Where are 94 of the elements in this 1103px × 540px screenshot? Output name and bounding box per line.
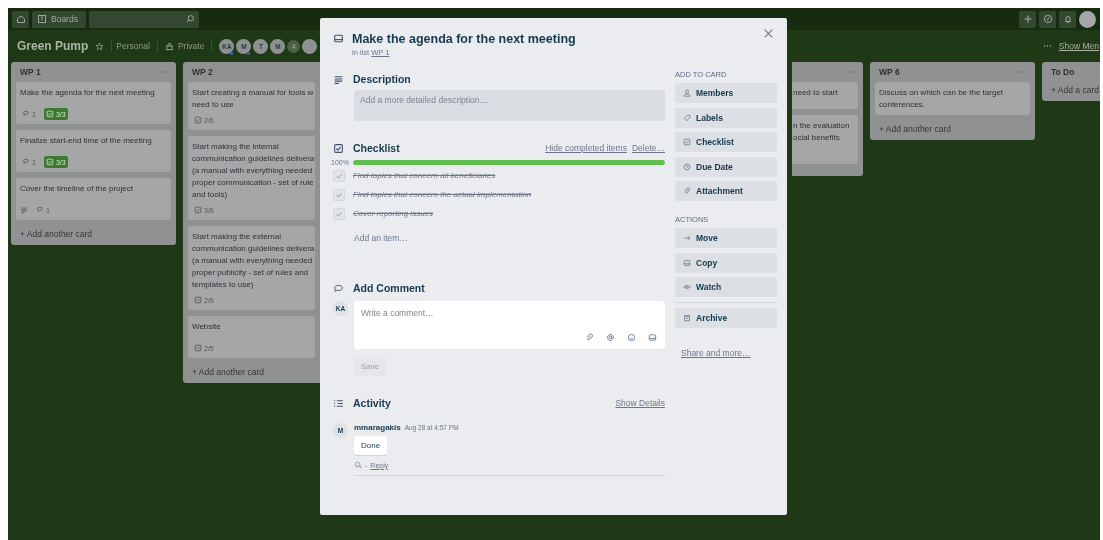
home-button[interactable] — [12, 10, 29, 28]
plus-icon — [1022, 14, 1033, 24]
boards-button[interactable]: Boards — [32, 10, 86, 28]
info-icon — [1042, 14, 1053, 24]
section-heading: Add Comment — [353, 282, 425, 294]
placeholder-text: Write a comment… — [361, 308, 434, 318]
comment-text: Done — [354, 436, 388, 455]
author-name[interactable]: mmaragakis — [354, 423, 401, 432]
archive-icon — [683, 313, 691, 322]
visibility-label[interactable]: Private — [177, 41, 205, 51]
home-icon — [15, 14, 26, 24]
card-icon — [333, 33, 344, 44]
list-title[interactable]: To Do — [1051, 67, 1075, 77]
card[interactable]: need to start — [792, 82, 858, 109]
share-link[interactable]: Share and more… — [675, 347, 751, 358]
speech-bubble-icon — [333, 283, 344, 294]
sidebar-button[interactable]: Copy — [675, 252, 777, 273]
boards-label: Boards — [51, 14, 78, 24]
reaction-icon[interactable] — [354, 461, 362, 469]
card-title[interactable]: Make the agenda for the next meeting — [352, 32, 576, 46]
info-button[interactable] — [1039, 10, 1056, 28]
board-icon — [37, 14, 47, 24]
checklist-item[interactable]: Find topics that concern the actual implementation — [353, 190, 532, 199]
lock-icon — [164, 41, 174, 51]
add-card-button[interactable]: + Add a card — [1042, 82, 1100, 95]
clock-icon — [683, 162, 691, 171]
add-card-button[interactable]: + Add another card — [870, 121, 961, 134]
list-title[interactable]: WP 2 — [192, 67, 213, 77]
card-title: Start creating a manual for tools w need to use — [192, 87, 314, 111]
card-title: need to start — [793, 87, 838, 99]
section-heading: Activity — [353, 397, 391, 409]
emoji-icon[interactable] — [627, 333, 636, 342]
card[interactable]: Discuss on which can be the target conferences. — [875, 82, 1030, 115]
list-title[interactable]: WP 6 — [879, 67, 900, 77]
add-card-button[interactable]: + Add another card — [183, 364, 274, 377]
add-card-button[interactable]: + Add another card — [11, 226, 102, 239]
hide-completed-link[interactable]: Hide completed items — [545, 143, 627, 153]
paperclip-icon[interactable] — [585, 333, 594, 342]
sidebar-button[interactable]: Members — [675, 83, 777, 103]
avatar[interactable] — [1079, 10, 1096, 28]
card-title: Start making the external communication guidelines delivera (a manual with everything needed proper publicity - set of rules and templates to use) — [192, 231, 315, 291]
card-title: Website — [192, 321, 221, 333]
sidebar-button[interactable]: Watch — [675, 277, 777, 297]
add-button[interactable] — [1019, 10, 1036, 28]
section-heading: Checklist — [353, 142, 400, 154]
card-title: Cover the timeline of the project — [20, 183, 133, 195]
card-title: Finalize start-end time of the meeting — [20, 135, 152, 147]
description-icon — [333, 74, 344, 85]
description-field[interactable]: Add a more detailed description… — [354, 90, 665, 121]
star-icon[interactable] — [95, 41, 105, 51]
comment-field[interactable]: Write a comment… — [354, 301, 665, 349]
checklist-item[interactable]: Find topics that concern all beneficiaries — [353, 171, 496, 180]
checklist-item[interactable]: Cover reporting issues — [353, 209, 434, 218]
description-icon — [20, 206, 28, 214]
bell-icon — [1062, 14, 1073, 24]
card-title: Make the agenda for the next meeting — [20, 87, 155, 99]
checkbox[interactable] — [333, 188, 345, 201]
close-icon[interactable] — [763, 28, 774, 39]
checkbox[interactable] — [333, 207, 345, 220]
sidebar-button[interactable]: Labels — [675, 107, 777, 128]
card-icon[interactable] — [648, 333, 657, 342]
invite-avatar[interactable] — [302, 38, 318, 54]
search-icon — [184, 14, 195, 24]
arrow-icon — [683, 234, 691, 242]
notifications-button[interactable] — [1059, 10, 1076, 28]
sidebar-button[interactable]: Due Date — [675, 156, 777, 177]
team-label[interactable]: Personal — [116, 41, 150, 51]
card-title: n the evaluation ocial benefits — [793, 120, 850, 144]
person-icon — [683, 89, 691, 97]
tag-icon — [683, 113, 691, 122]
card-title: Start making the internal communication guidelines delivera (a manual with everything needed proper communication - set of rule and tools) — [192, 141, 315, 201]
sidebar-button[interactable]: Attachment — [675, 181, 777, 201]
sidebar-button[interactable]: Checklist — [675, 132, 777, 152]
checkbox[interactable] — [333, 169, 345, 182]
sidebar-button[interactable]: Move — [675, 228, 777, 248]
activity-icon — [333, 398, 344, 409]
section-heading: Description — [353, 73, 411, 85]
mention-icon[interactable] — [606, 333, 615, 342]
card-icon — [683, 258, 691, 267]
sidebar-button[interactable]: Archive — [675, 307, 777, 328]
card[interactable]: n the evaluation ocial benefits — [792, 115, 858, 164]
search-field[interactable] — [88, 10, 199, 28]
card-title: Discuss on which can be the target conferences. — [879, 87, 1004, 111]
placeholder-text: Add a more detailed description… — [360, 95, 489, 105]
list-title[interactable]: WP 1 — [20, 67, 41, 77]
eye-icon — [683, 283, 691, 291]
delete-link[interactable]: Delete… — [631, 143, 665, 153]
paperclip-icon — [683, 187, 691, 195]
show-menu-link[interactable]: Show Men — [1058, 41, 1099, 51]
board-title[interactable]: Green Pump — [17, 39, 89, 53]
checkbox-icon — [683, 138, 691, 146]
show-details-link[interactable]: Show Details — [615, 398, 665, 408]
checkbox-icon — [333, 143, 344, 154]
add-item-button[interactable]: Add an item… — [354, 231, 408, 245]
